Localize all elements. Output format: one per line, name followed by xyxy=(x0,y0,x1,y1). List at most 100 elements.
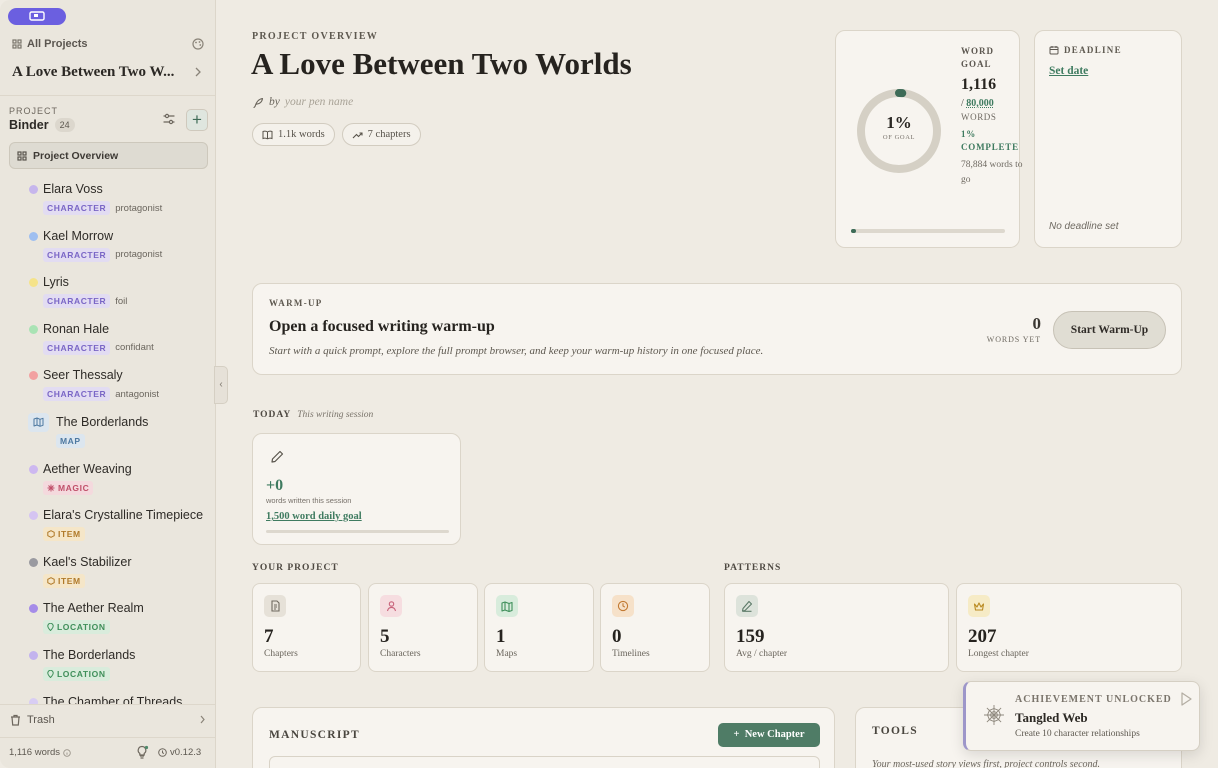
daily-goal-link[interactable]: 1,500 word daily goal xyxy=(266,511,362,522)
words-chip-label: 1.1k words xyxy=(278,129,325,140)
trash-link[interactable]: Trash xyxy=(10,714,206,726)
sidebar-item[interactable]: The Borderlands MAP xyxy=(0,412,215,460)
all-projects-label: All Projects xyxy=(27,38,88,50)
chevron-left-icon: ‹ xyxy=(219,379,223,390)
color-dot xyxy=(29,324,38,334)
item-name: Ronan Hale xyxy=(43,321,110,336)
sidebar-item[interactable]: The Chamber of Threads xyxy=(0,693,215,704)
sidebar-item[interactable]: Aether Weaving MAGIC xyxy=(0,460,215,507)
item-name: The Borderlands xyxy=(56,414,149,429)
dismiss-toast-button[interactable] xyxy=(1175,688,1197,710)
item-name: Elara Voss xyxy=(43,182,103,196)
pencil-icon xyxy=(736,595,758,617)
project-switcher[interactable]: A Love Between Two W... xyxy=(12,64,204,81)
clock-icon xyxy=(612,595,634,617)
sidebar-item[interactable]: The Aether Realm LOCATION xyxy=(0,599,215,646)
stat-label: Timelines xyxy=(612,649,650,659)
collapse-sidebar-button[interactable]: ‹ xyxy=(214,366,228,404)
sidebar-item[interactable]: The Borderlands LOCATION xyxy=(0,646,215,693)
type-badge: LOCATION xyxy=(43,666,110,681)
stat-value: 1 xyxy=(496,626,506,647)
new-chapter-label: New Chapter xyxy=(744,729,805,740)
stat-chapters[interactable]: 7 Chapters xyxy=(252,583,361,672)
sidebar-item[interactable]: Ronan Hale CHARACTER confidant xyxy=(0,320,215,367)
page-title[interactable]: A Love Between Two Worlds xyxy=(251,46,632,82)
type-badge: CHARACTER xyxy=(43,247,111,262)
stat-maps[interactable]: 1 Maps xyxy=(484,583,594,672)
map-icon xyxy=(28,412,49,432)
palette-icon[interactable] xyxy=(192,38,204,50)
binder-count-badge: 24 xyxy=(54,118,75,132)
project-chips: 1.1k words 7 chapters xyxy=(252,123,421,146)
sidebar-item[interactable]: Elara's Crystalline Timepiece ITEM xyxy=(0,506,215,553)
pen-name-field[interactable]: your pen name xyxy=(285,96,353,108)
item-role: confidant xyxy=(115,342,154,354)
new-chapter-button[interactable]: + New Chapter xyxy=(718,723,820,747)
type-badge: MAGIC xyxy=(43,480,94,495)
item-tag: ITEM xyxy=(43,573,85,588)
add-binder-item-button[interactable]: + xyxy=(186,109,208,131)
sidebar-item[interactable]: Seer Thessaly CHARACTER antagonist xyxy=(0,366,215,413)
stat-label: Characters xyxy=(380,649,421,659)
item-name: The Borderlands xyxy=(43,647,136,662)
lightbulb-icon[interactable] xyxy=(135,745,149,759)
type-badge-label: LOCATION xyxy=(57,622,106,633)
start-warmup-button[interactable]: Start Warm-Up xyxy=(1053,311,1166,349)
chapters-chip-label: 7 chapters xyxy=(367,129,411,140)
type-badge: ITEM xyxy=(43,527,85,542)
stat-characters[interactable]: 5 Characters xyxy=(368,583,478,672)
goal-target-link[interactable]: 80,000 xyxy=(966,98,994,109)
today-sublabel: This writing session xyxy=(297,410,374,420)
stat-label: Avg / chapter xyxy=(736,649,787,659)
sidebar-item[interactable]: Lyris CHARACTER foil xyxy=(0,273,215,320)
color-dot xyxy=(29,278,38,288)
type-badge-label: ITEM xyxy=(58,575,81,586)
warmup-title: Open a focused writing warm-up xyxy=(269,318,495,335)
warmup-subtitle: Start with a quick prompt, explore the f… xyxy=(269,345,764,357)
item-tag: ITEM xyxy=(43,527,85,542)
of-goal-label: OF GOAL xyxy=(882,134,916,141)
quill-icon xyxy=(253,97,264,108)
goal-progress-fill xyxy=(851,229,856,233)
type-badge: MAP xyxy=(56,433,85,448)
binder-label: Binder xyxy=(9,118,49,132)
type-badge-label: MAP xyxy=(60,435,81,446)
goal-percent: 1% xyxy=(886,113,912,132)
grid-icon xyxy=(12,39,22,49)
sidebar-item[interactable]: Kael Morrow CHARACTER protagonist xyxy=(0,227,215,274)
app-switcher-button[interactable] xyxy=(8,8,66,25)
item-tag: CHARACTER protagonist xyxy=(43,247,162,262)
item-name: The Chamber of Threads xyxy=(43,694,183,704)
item-tag: LOCATION xyxy=(43,666,110,681)
item-role: foil xyxy=(115,295,128,307)
patterns-label: PATTERNS xyxy=(724,563,782,573)
book-icon xyxy=(262,130,273,139)
warmup-eyebrow: WARM-UP xyxy=(269,298,323,308)
stat-value: 5 xyxy=(380,626,390,647)
chevron-right-icon xyxy=(199,715,206,724)
color-dot xyxy=(29,650,38,660)
person-icon xyxy=(380,595,402,617)
sidebar-item-project-overview[interactable]: Project Overview xyxy=(9,142,208,169)
stat-timelines[interactable]: 0 Timelines xyxy=(600,583,710,672)
type-badge-label: CHARACTER xyxy=(47,249,107,260)
toast-kicker: ACHIEVEMENT UNLOCKED xyxy=(1015,694,1172,705)
all-projects-link[interactable]: All Projects xyxy=(12,38,204,50)
filter-sliders-icon[interactable] xyxy=(162,112,176,126)
daily-goal-progress-bar xyxy=(266,530,449,533)
binder-heading: Binder 24 xyxy=(9,118,75,132)
type-badge: CHARACTER xyxy=(43,340,111,355)
session-card: +0 words written this session 1,500 word… xyxy=(252,433,461,545)
pencil-icon xyxy=(271,450,284,463)
overview-label: Project Overview xyxy=(33,149,119,162)
item-role: protagonist xyxy=(115,202,163,214)
word-goal-card[interactable]: 1% OF GOAL WORD GOAL 1,116 / 80,000 WORD… xyxy=(835,30,1023,248)
sidebar-item[interactable]: Elara Voss CHARACTER protagonist xyxy=(0,180,215,227)
item-name: Lyris xyxy=(43,275,69,290)
sidebar-item[interactable]: Kael's Stabilizer ITEM xyxy=(0,553,215,600)
session-count-label: words written this session xyxy=(266,496,352,505)
type-badge: CHARACTER xyxy=(43,387,111,402)
goal-target-line: / 80,000 xyxy=(961,98,1023,109)
words-to-go: 78,884 words to go xyxy=(961,160,1023,185)
set-date-link[interactable]: Set date xyxy=(1049,65,1088,77)
